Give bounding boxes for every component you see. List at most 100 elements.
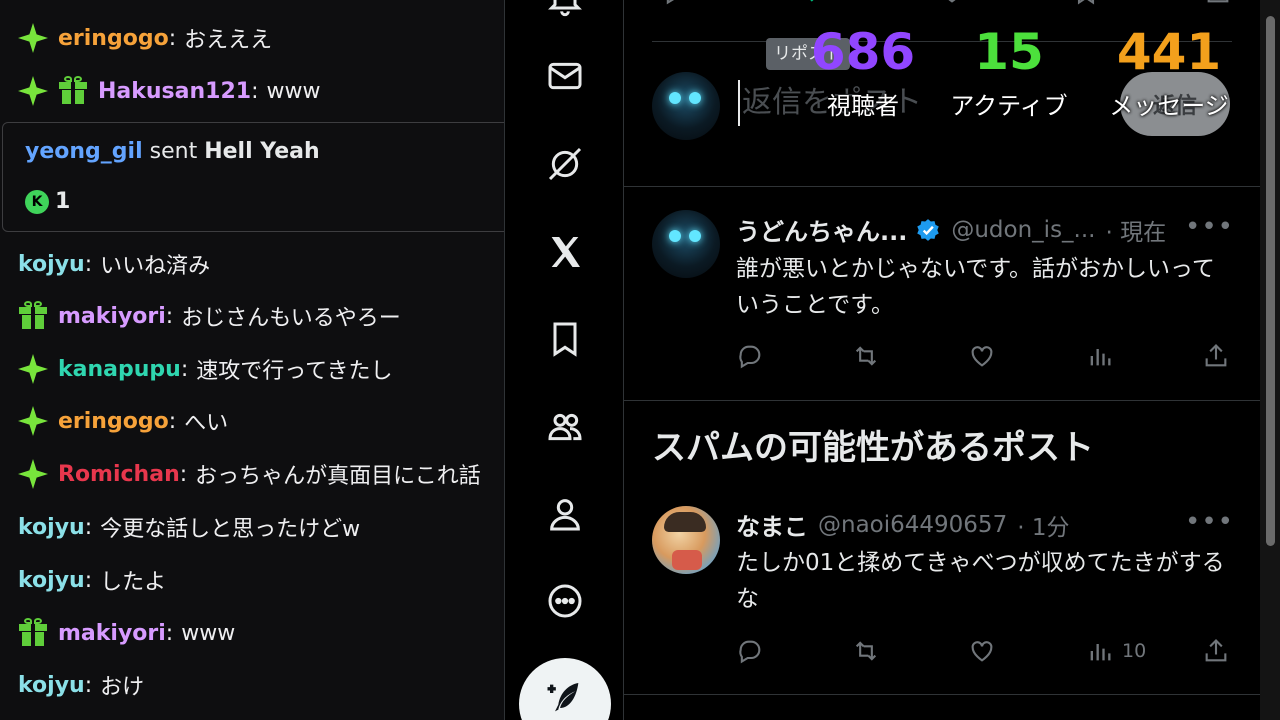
chat-username[interactable]: eringogo	[58, 409, 169, 434]
chat-username[interactable]: kojyu	[18, 252, 85, 277]
more-options-icon[interactable]: •••	[1185, 212, 1234, 242]
my-avatar[interactable]	[652, 72, 720, 140]
chat-separator: :	[180, 356, 189, 382]
bookmarks-icon[interactable]	[543, 317, 587, 361]
chat-text: 今更な話しと思ったけどw	[100, 517, 361, 542]
like-action[interactable]: 64	[938, 0, 998, 6]
views-action[interactable]	[1086, 342, 1114, 370]
share-action[interactable]	[1202, 342, 1230, 370]
repost-action[interactable]	[852, 637, 880, 665]
share-icon	[1205, 639, 1227, 662]
reply-action[interactable]: 2	[662, 0, 710, 6]
chat-text: おえええ	[184, 28, 273, 53]
chat-message: kojyu: おけ	[18, 665, 504, 705]
profile-icon[interactable]	[543, 492, 587, 536]
gift-item: Hell Yeah	[204, 139, 320, 164]
gift-count-value: 1	[55, 189, 71, 214]
chat-separator: :	[168, 408, 177, 434]
chat-separator: :	[84, 251, 93, 277]
tweet-author-handle[interactable]: @udon_is_...	[951, 217, 1095, 243]
tweet-author-handle[interactable]: @naoi64490657	[818, 512, 1007, 538]
chat-text: www	[266, 78, 321, 104]
gift-sender[interactable]: yeong_gil	[25, 139, 143, 164]
more-options-icon[interactable]: •••	[1185, 507, 1234, 537]
views-chart-icon	[1090, 349, 1111, 366]
tweet-author-name[interactable]: うどんちゃん...	[736, 212, 907, 247]
share-action[interactable]	[1204, 0, 1232, 6]
more-icon[interactable]	[543, 579, 587, 623]
repost-icon	[855, 641, 877, 661]
chat-username[interactable]: kojyu	[18, 568, 85, 593]
scrollbar-thumb[interactable]	[1266, 16, 1275, 546]
active-count: 15	[974, 23, 1044, 81]
tweet-text: 誰が悪いとかじゃないです。話がおかしいっていうことです。	[736, 256, 1215, 318]
chat-separator: :	[84, 567, 93, 593]
viewer-count: 686	[810, 23, 916, 81]
diamond-badge-icon	[18, 459, 48, 489]
repost-icon	[810, 0, 814, 2]
diamond-badge-icon	[18, 406, 48, 436]
reply-action[interactable]	[736, 637, 764, 665]
tweet-text: たしか01と揉めてきゃべつが収めてたきがするな	[736, 550, 1225, 612]
heart-icon	[948, 0, 956, 3]
tweet-avatar[interactable]	[652, 506, 720, 574]
kick-coin-icon: K	[25, 189, 49, 214]
chat-username[interactable]: makiyori	[58, 304, 166, 329]
like-action[interactable]	[968, 637, 996, 665]
views-action[interactable]: 10	[1086, 637, 1146, 665]
chat-text: www	[181, 620, 236, 646]
chat-username[interactable]: Romichan	[58, 462, 180, 487]
repost-count: 8	[828, 0, 840, 3]
tweet-header: うどんちゃん... @udon_is_... · 現在	[736, 212, 1166, 247]
tweet-time: · 現在	[1105, 219, 1167, 246]
communities-icon[interactable]	[543, 405, 587, 449]
compose-post-button[interactable]	[519, 658, 611, 720]
chat-username[interactable]: kojyu	[18, 673, 85, 698]
chat-message: kojyu: したよ	[18, 560, 504, 600]
chat-separator: :	[84, 672, 93, 698]
tweet-avatar[interactable]	[652, 210, 720, 278]
chat-text: おじさんもいるやろー	[181, 306, 401, 331]
diamond-badge-icon	[18, 76, 48, 106]
reply-action[interactable]	[736, 342, 764, 370]
repost-action[interactable]	[852, 342, 880, 370]
chat-username[interactable]: kojyu	[18, 515, 85, 540]
grok-icon[interactable]	[543, 142, 587, 186]
share-action[interactable]	[1202, 637, 1230, 665]
divider	[624, 186, 1260, 187]
scrollbar[interactable]	[1260, 0, 1280, 720]
notifications-icon[interactable]	[543, 0, 587, 20]
chat-message: Hakusan121: www	[18, 71, 504, 111]
chat-message: eringogo: おえええ	[18, 18, 504, 58]
heart-icon	[971, 641, 993, 662]
chat-separator: :	[179, 461, 188, 487]
x-premium-icon[interactable]	[543, 230, 587, 274]
reply-icon	[739, 345, 761, 369]
diamond-badge-icon	[18, 23, 48, 53]
chat-username[interactable]: kanapupu	[58, 357, 181, 382]
like-count: 64	[974, 0, 998, 3]
active-label: アクティブ	[950, 92, 1068, 120]
gift-notification-card: yeong_gil sent Hell Yeah K 1	[2, 122, 504, 232]
chat-message: kanapupu: 速攻で行ってきたし	[18, 349, 504, 389]
like-action[interactable]	[968, 342, 996, 370]
repost-icon	[855, 346, 877, 366]
messages-icon[interactable]	[543, 54, 587, 98]
share-icon	[1207, 0, 1229, 3]
chat-username[interactable]: eringogo	[58, 26, 169, 51]
chat-username[interactable]: Hakusan121	[98, 79, 251, 104]
chat-username[interactable]: makiyori	[58, 621, 166, 646]
chat-message: kojyu: 今更な話しと思ったけどw	[18, 507, 504, 547]
gift-badge-icon	[18, 301, 48, 331]
tweet-author-name[interactable]: なまこ	[736, 507, 808, 542]
gift-badge-icon	[58, 76, 88, 106]
bookmark-action[interactable]: 1	[1072, 0, 1120, 6]
repost-action[interactable]: 8	[792, 0, 840, 6]
chat-text: へい	[184, 411, 229, 436]
chat-message: makiyori: おじさんもいるやろー	[18, 296, 504, 336]
chat-text: おっちゃんが真面目にこれ話	[195, 464, 481, 489]
gift-badge-icon	[18, 618, 48, 648]
x-side-navigation	[504, 0, 624, 720]
chat-separator: :	[251, 78, 259, 104]
chat-separator: :	[168, 25, 177, 51]
